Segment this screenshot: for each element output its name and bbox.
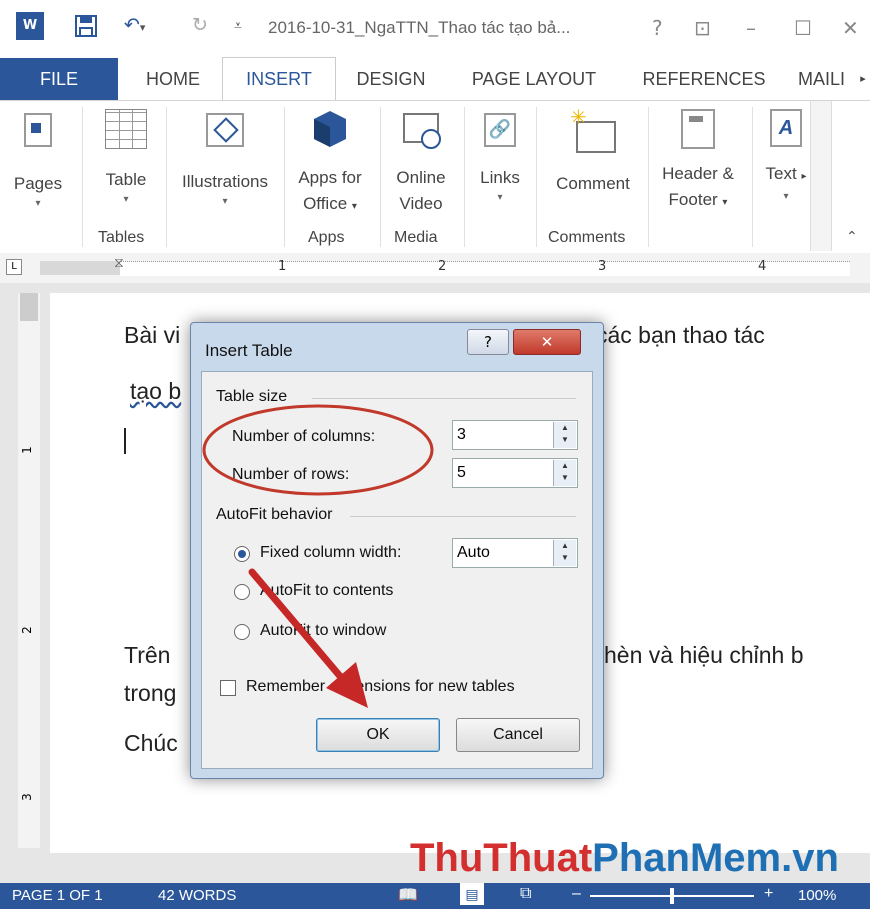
zoom-out-button[interactable]: – bbox=[572, 885, 581, 903]
zoom-level[interactable]: 100% bbox=[798, 887, 836, 904]
zoom-slider-thumb[interactable] bbox=[670, 888, 674, 904]
watermark-logo: ThuThuatPhanMem.vn bbox=[410, 836, 839, 880]
highlight-ellipse bbox=[202, 404, 434, 496]
annotation-overlay bbox=[202, 404, 434, 708]
zoom-in-button[interactable]: + bbox=[764, 885, 773, 903]
page-count[interactable]: PAGE 1 OF 1 bbox=[12, 887, 103, 904]
web-layout-icon[interactable]: ⧉ bbox=[520, 885, 531, 903]
word-count[interactable]: 42 WORDS bbox=[158, 887, 236, 904]
read-mode-icon[interactable]: 📖 bbox=[398, 885, 418, 905]
print-layout-icon[interactable]: ▤ bbox=[460, 883, 484, 905]
status-bar: PAGE 1 OF 1 42 WORDS 📖 ▤ ⧉ – + 100% bbox=[0, 883, 870, 909]
pointer-arrow bbox=[248, 568, 354, 692]
